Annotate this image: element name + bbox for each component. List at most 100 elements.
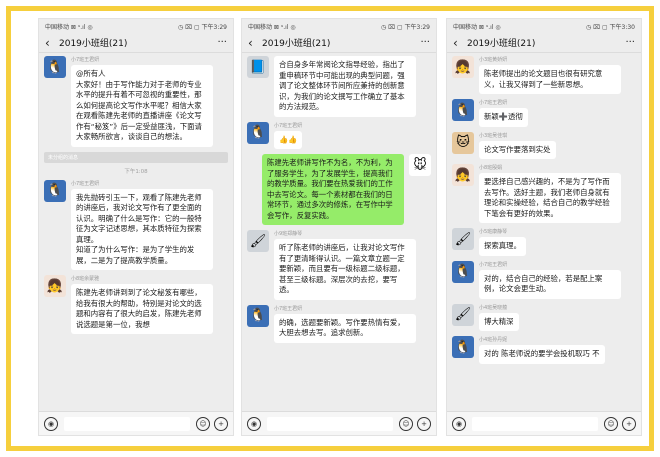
sender-name: 小5班康静琴 [479, 229, 508, 236]
message-bubble[interactable]: 陈建先老师讲到到了论文秘笈有哪些，给我有很大的帮助，特别是对论文的选题和内容有了… [71, 284, 213, 335]
sender-name: 小4班孙丹妮 [479, 337, 508, 344]
chat-message: 🐧 小4班孙丹妮 对的 陈老师说的要学会投机取巧 不 [452, 336, 636, 364]
chat-message: 📘 合自身多年常阅论文指导经验，指出了重申稿环节中可能出现的典型问题，强调了论文整… [247, 56, 431, 117]
message-bubble[interactable]: 陈老师提出的论文题目也很有研究意义，让我又得到了一些新思想。 [479, 65, 621, 95]
avatar[interactable]: 🐧 [452, 260, 474, 283]
voice-icon[interactable]: ◉ [247, 416, 261, 431]
message-column: 陈建先老师讲写作不为名，不为利，为了服务学生，为了发展学生，提高我们的教学质量。… [262, 154, 404, 226]
message-bubble[interactable]: 听了陈老师的讲座后，让我对论文写作有了更清晰得认识。一篇文章立题一定要新颖，而且… [274, 239, 416, 300]
message-bubble[interactable]: 对的，结合自己的经验，若是配上案例，论文会更生动。 [479, 269, 621, 299]
chat-header: ‹ 2019小班组(21) ··· [447, 33, 641, 53]
sender-name: 小7班王君妍 [479, 100, 508, 107]
input-bar: ◉ ☺ + [39, 411, 233, 435]
message-bubble[interactable]: 探索真理。 [479, 237, 526, 256]
message-bubble[interactable]: 我先抛砖引玉一下，观看了陈建先老师的讲座后，我对论文写作有了更全面的认识。明确了… [71, 188, 213, 271]
back-arrow-icon[interactable]: ‹ [453, 36, 465, 50]
status-bar: 中国移动 ⊠ ᵘ.ıl ◎ ◷ ⌧ ▢ 下午3:30 [447, 19, 641, 33]
status-bar: 中国移动 ⊠ ᵘ.ıl ◎ ◷ ⌧ ▢ 下午3:29 [242, 19, 436, 33]
sender-name: 小7班王君妍 [274, 305, 303, 312]
message-input[interactable] [267, 416, 393, 431]
back-arrow-icon[interactable]: ‹ [248, 36, 260, 50]
input-bar: ◉ ☺ + [447, 411, 641, 435]
chat-message: 🐧 小7班王君妍 👍👍 [247, 121, 431, 150]
avatar[interactable]: 🐧 [452, 99, 474, 122]
avatar[interactable]: 👧 [44, 275, 66, 298]
avatar[interactable]: 🐧 [44, 179, 66, 202]
message-input[interactable] [472, 416, 598, 431]
message-column: 小8班殷娟 要选择自己感兴趣的，不是为了写作而去写作。选好主题，我们老师自身就有理… [479, 164, 621, 224]
message-column: 小3班黄娇妍 陈老师提出的论文题目也很有研究意义，让我又得到了一些新思想。 [479, 56, 621, 95]
avatar[interactable]: 🖌 [452, 228, 474, 251]
input-bar: ◉ ☺ + [242, 411, 436, 435]
sender-name: 小9班郑静琴 [274, 231, 303, 238]
message-bubble[interactable]: 论文写作要落到实处 [479, 140, 556, 160]
avatar[interactable]: 🐭 [409, 154, 431, 177]
collapsed-note: 未分组的消息 [44, 151, 228, 163]
avatar[interactable]: 🖌 [452, 303, 474, 326]
sender-name: 小7班王君妍 [71, 57, 100, 63]
voice-icon[interactable]: ◉ [452, 416, 466, 431]
avatar[interactable]: 📘 [247, 56, 269, 78]
message-column: 小4班吴晓蕴 博大精深 [479, 304, 519, 332]
plus-icon[interactable]: + [417, 416, 431, 431]
plus-icon[interactable]: + [622, 416, 636, 431]
emoji-icon[interactable]: ☺ [196, 416, 210, 431]
more-icon[interactable]: ··· [625, 37, 635, 48]
message-column: 小4班孙丹妮 对的 陈老师说的要学会投机取巧 不 [479, 336, 605, 364]
avatar[interactable]: 👧 [452, 164, 474, 187]
message-bubble[interactable]: 👍👍 [274, 130, 303, 150]
chat-message: 👧 小3班黄娇妍 陈老师提出的论文题目也很有研究意义，让我又得到了一些新思想。 [452, 56, 636, 95]
chat-history[interactable]: 📘 合自身多年常阅论文指导经验，指出了重申稿环节中可能出现的典型问题，强调了论文整… [242, 54, 436, 411]
avatar[interactable]: 🐧 [452, 336, 474, 359]
back-arrow-icon[interactable]: ‹ [45, 36, 57, 50]
status-bar: 中国移动 ⊠ ᵘ.ıl ◎ ◷ ⌧ ▢ 下午3:29 [39, 19, 233, 33]
carrier-status: 中国移动 ⊠ ᵘ.ıl ◎ [45, 23, 93, 31]
avatar[interactable]: 👧 [452, 56, 474, 78]
time-status: ◷ ⌧ ▢ 下午3:29 [177, 23, 227, 31]
emoji-icon[interactable]: ☺ [604, 416, 618, 431]
sender-name: 小8班殷娟 [479, 165, 503, 172]
message-input[interactable] [64, 416, 190, 431]
message-column: 合自身多年常阅论文指导经验，指出了重申稿环节中可能出现的典型问题，强调了论文整体… [274, 56, 416, 117]
sender-name: 小7班王君妍 [274, 122, 303, 129]
sender-name: 小7班王君妍 [71, 180, 100, 187]
emoji-icon[interactable]: ☺ [399, 416, 413, 431]
chat-title: 2019小班组(21) [59, 39, 128, 49]
chat-header: ‹ 2019小班组(21) ··· [39, 33, 233, 53]
chat-message: 🖌 小5班康静琴 探索真理。 [452, 228, 636, 256]
message-column: 小7班王君妍 👍👍 [274, 122, 303, 150]
chat-title: 2019小班组(21) [262, 39, 331, 49]
chat-message: 🐧 小7班王君妍 新颖➕透彻 [452, 99, 636, 127]
more-icon[interactable]: ··· [420, 37, 430, 48]
chat-history[interactable]: 👧 小3班黄娇妍 陈老师提出的论文题目也很有研究意义，让我又得到了一些新思想。 🐧 小7… [447, 54, 641, 411]
chat-message: 🐧 小7班王君妍 @所有人 大家好！由于写作能力对于老师的专业水平的提升有着不可忽视… [44, 56, 228, 147]
chat-history[interactable]: 🐧 小7班王君妍 @所有人 大家好！由于写作能力对于老师的专业水平的提升有着不可忽视… [39, 54, 233, 411]
message-column: 小7班王君妍 的确，选题要新颖。写作要热情有爱，大胆去想去写。追求创新。 [274, 305, 416, 343]
message-bubble[interactable]: 要选择自己感兴趣的，不是为了写作而去写作。选好主题，我们老师自身就有理论和实操经… [479, 173, 621, 224]
avatar[interactable]: 🖌 [247, 230, 269, 253]
message-bubble[interactable]: @所有人 大家好！由于写作能力对于老师的专业水平的提升有着不可忽视的重要性，那么… [71, 65, 213, 147]
message-bubble[interactable]: 博大精深 [479, 312, 519, 332]
plus-icon[interactable]: + [214, 416, 228, 431]
avatar[interactable]: 🐧 [44, 56, 66, 78]
avatar[interactable]: 🐱 [452, 131, 474, 154]
message-column: 小7班王君妍 我先抛砖引玉一下，观看了陈建先老师的讲座后，我对论文写作有了更全面的… [71, 180, 213, 271]
message-bubble[interactable]: 陈建先老师讲写作不为名，不为利，为了服务学生，为了发展学生，提高我们的教学质量。… [262, 154, 404, 226]
message-bubble[interactable]: 对的 陈老师说的要学会投机取巧 不 [479, 345, 605, 364]
message-bubble[interactable]: 新颖➕透彻 [479, 108, 528, 127]
avatar[interactable]: 🐧 [247, 121, 269, 144]
phone-screen-3: 中国移动 ⊠ ᵘ.ıl ◎ ◷ ⌧ ▢ 下午3:30 ‹ 2019小班组(21)… [446, 18, 642, 436]
chat-title: 2019小班组(21) [467, 39, 536, 49]
more-icon[interactable]: ··· [217, 37, 227, 48]
avatar[interactable]: 🐧 [247, 304, 269, 327]
voice-icon[interactable]: ◉ [44, 416, 58, 431]
message-bubble[interactable]: 合自身多年常阅论文指导经验，指出了重申稿环节中可能出现的典型问题，强调了论文整体… [274, 56, 416, 117]
sender-name: 小7班王君妍 [479, 261, 508, 268]
phone-screen-1: 中国移动 ⊠ ᵘ.ıl ◎ ◷ ⌧ ▢ 下午3:29 ‹ 2019小班组(21)… [38, 18, 234, 436]
message-column: 小7班王君妍 @所有人 大家好！由于写作能力对于老师的专业水平的提升有着不可忽视的… [71, 56, 213, 147]
carrier-status: 中国移动 ⊠ ᵘ.ıl ◎ [248, 23, 296, 31]
message-bubble[interactable]: 的确，选题要新颖。写作要热情有爱，大胆去想去写。追求创新。 [274, 313, 416, 343]
message-column: 小5班康静琴 探索真理。 [479, 228, 526, 256]
chat-message: 🐧 小7班王君妍 我先抛砖引玉一下，观看了陈建先老师的讲座后，我对论文写作有了更全面… [44, 179, 228, 271]
phone-screen-2: 中国移动 ⊠ ᵘ.ıl ◎ ◷ ⌧ ▢ 下午3:29 ‹ 2019小班组(21)… [241, 18, 437, 436]
